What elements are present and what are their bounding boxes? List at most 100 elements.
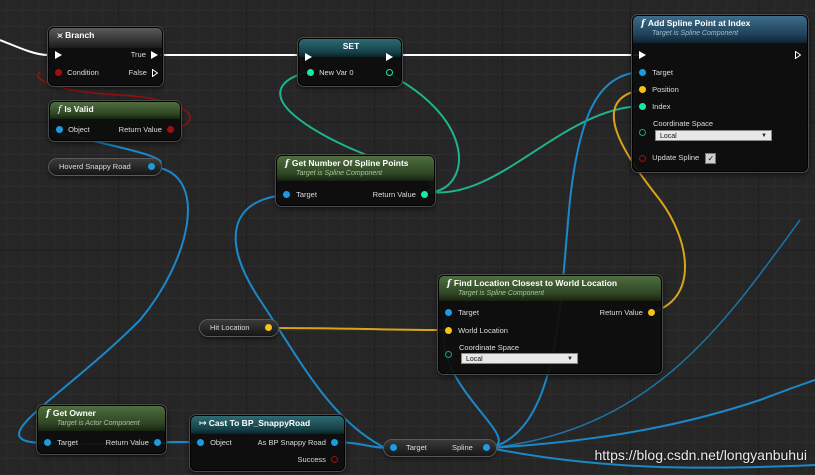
object-pin-icon [283, 191, 290, 199]
find-location-world-pin[interactable]: World Location [445, 326, 508, 336]
spline-getter-node[interactable]: Target Spline [384, 440, 496, 456]
exec-in-icon [639, 51, 646, 60]
find-location-return-pin[interactable]: Return Value [600, 308, 655, 318]
add-spline-update-label: Update Spline [652, 153, 700, 163]
cast-title: Cast To BP_SnappyRoad [208, 418, 311, 428]
set-new-var-label: New Var 0 [319, 68, 354, 77]
cast-as-pin[interactable]: As BP Snappy Road [258, 438, 338, 448]
exec-out-hollow-icon [152, 69, 158, 78]
vector-pin-icon [648, 309, 655, 317]
branch-condition-pin[interactable]: Condition [55, 68, 99, 78]
set-new-var-pin[interactable]: New Var 0 [307, 68, 354, 78]
get-owner-target-pin[interactable]: Target [44, 438, 78, 448]
chevron-down-icon: ▼ [567, 356, 573, 362]
find-location-coord-pin[interactable] [445, 350, 452, 360]
is-valid-title: Is Valid [64, 104, 94, 114]
object-pin-icon [197, 439, 204, 447]
add-spline-position-pin[interactable]: Position [639, 85, 679, 95]
vector-pin-icon [265, 324, 272, 331]
cast-icon: ↦ [199, 418, 207, 428]
add-spline-target-pin[interactable]: Target [639, 68, 673, 78]
set-output-pin[interactable] [386, 68, 393, 78]
cast-as-label: As BP Snappy Road [257, 438, 326, 447]
is-valid-object-pin[interactable]: Object [56, 125, 90, 135]
add-spline-coord-label: Coordinate Space [653, 119, 714, 128]
branch-header[interactable]: ⪤ Branch [49, 28, 162, 48]
get-owner-header[interactable]: f Get Owner Target is Actor Component [38, 406, 165, 431]
is-valid-return-pin[interactable]: Return Value [119, 125, 174, 135]
find-location-node[interactable]: f Find Location Closest to World Location… [438, 275, 662, 374]
find-location-target-label: Target [458, 308, 479, 317]
get-num-return-label: Return Value [372, 190, 416, 199]
get-owner-node[interactable]: f Get Owner Target is Actor Component Tar… [37, 405, 166, 454]
get-owner-subtitle: Target is Actor Component [57, 420, 140, 427]
branch-node[interactable]: ⪤ Branch True Condition False [48, 27, 163, 86]
branch-false-pin[interactable]: False [129, 68, 158, 78]
vector-wire-hit-find [271, 327, 449, 331]
add-spline-target-label: Target [652, 68, 673, 77]
exec-out-hollow-icon [795, 51, 801, 60]
get-num-spline-points-node[interactable]: f Get Number Of Spline Points Target is S… [276, 155, 435, 206]
update-spline-checkbox[interactable]: ✓ [705, 153, 717, 164]
cast-header[interactable]: ↦ Cast To BP_SnappyRoad [191, 416, 344, 434]
vector-pin-icon [445, 327, 452, 335]
add-spline-update-pin[interactable]: Update Spline ✓ [639, 153, 717, 164]
is-valid-header[interactable]: f Is Valid [50, 102, 180, 119]
add-spline-exec-out[interactable] [795, 50, 801, 60]
hit-location-label: Hit Location [210, 323, 250, 332]
set-exec-out[interactable] [386, 52, 393, 62]
set-exec-in[interactable] [305, 52, 312, 62]
object-pin-icon [56, 126, 63, 134]
bool-pin-icon [639, 154, 646, 162]
object-pin-icon [445, 309, 452, 317]
find-location-coord-dropdown[interactable]: Local ▼ [461, 353, 578, 364]
get-num-header[interactable]: f Get Number Of Spline Points Target is S… [277, 156, 434, 181]
is-valid-return-label: Return Value [118, 125, 162, 134]
cast-node[interactable]: ↦ Cast To BP_SnappyRoad Object As BP Sna… [190, 415, 345, 471]
cast-object-pin[interactable]: Object [197, 438, 232, 448]
obj-wire-spline-add [489, 71, 641, 449]
get-num-return-pin[interactable]: Return Value [373, 190, 428, 200]
is-valid-node[interactable]: f Is Valid Object Return Value [49, 101, 181, 141]
branch-true-pin[interactable]: True [131, 50, 158, 60]
add-spline-header[interactable]: f Add Spline Point at Index Target is Spl… [633, 16, 807, 43]
get-owner-title: Get Owner [52, 408, 96, 418]
find-location-header[interactable]: f Find Location Closest to World Location… [439, 276, 661, 301]
get-num-title: Get Number Of Spline Points [291, 158, 409, 168]
bool-pin-icon [331, 456, 338, 464]
obj-wire-hoverd-cast [18, 166, 199, 446]
exec-in-icon [55, 51, 62, 60]
add-spline-coord-dropdown[interactable]: Local ▼ [655, 130, 772, 141]
find-location-return-label: Return Value [599, 308, 643, 317]
function-icon: f [641, 19, 645, 29]
get-owner-return-pin[interactable]: Return Value [106, 438, 161, 448]
exec-out-icon [151, 51, 158, 60]
branch-false-label: False [128, 68, 147, 77]
add-spline-index-pin[interactable]: Index [639, 102, 670, 112]
set-title: SET [342, 41, 360, 51]
branch-exec-in[interactable] [55, 50, 62, 60]
hoverd-snappy-road-var[interactable]: Hoverd Snappy Road [49, 159, 161, 175]
get-owner-return-label: Return Value [105, 438, 149, 447]
branch-icon: ⪤ [57, 30, 63, 40]
function-icon: f [447, 279, 451, 289]
int-pin-icon [639, 103, 646, 111]
get-num-target-pin[interactable]: Target [283, 190, 317, 200]
add-spline-point-node[interactable]: f Add Spline Point at Index Target is Spl… [632, 15, 808, 172]
exec-in-icon [305, 53, 312, 62]
set-node[interactable]: SET New Var 0 [298, 38, 402, 86]
cast-success-pin[interactable]: Success [298, 455, 338, 465]
bool-pin-icon [55, 69, 62, 77]
chevron-down-icon: ▼ [761, 133, 767, 139]
function-icon: f [46, 409, 50, 419]
object-pin-icon [154, 439, 161, 447]
hoverd-var-label: Hoverd Snappy Road [59, 162, 131, 171]
add-spline-coord-pin[interactable] [639, 128, 646, 138]
watermark-text: https://blog.csdn.net/longyanbuhui [594, 447, 808, 463]
hit-location-var[interactable]: Hit Location [200, 320, 278, 336]
spline-getter-spline-label: Spline [452, 443, 473, 452]
cast-success-label: Success [297, 455, 326, 464]
find-location-target-pin[interactable]: Target [445, 308, 479, 318]
object-pin-icon [148, 163, 155, 170]
add-spline-exec-in[interactable] [639, 50, 646, 60]
